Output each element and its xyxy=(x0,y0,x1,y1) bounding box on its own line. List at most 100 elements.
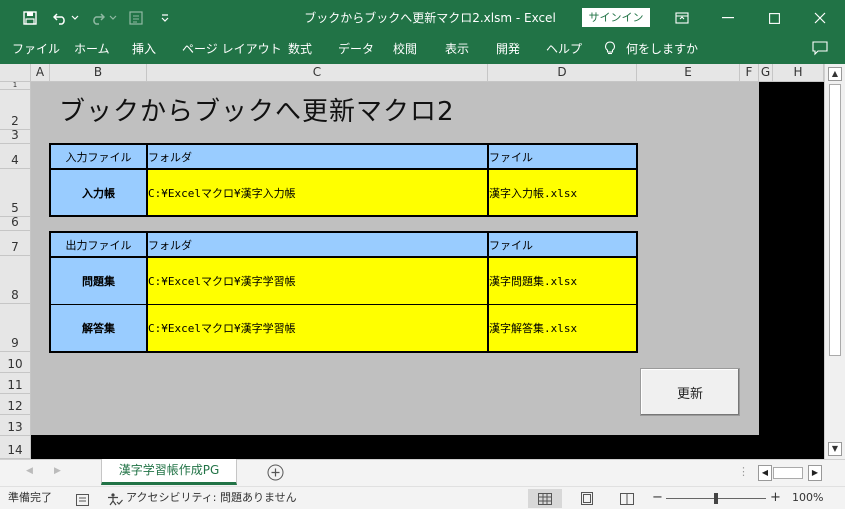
output-folder-cell[interactable]: C:¥Excelマクロ¥漢字学習帳 xyxy=(148,305,487,351)
tell-me-search[interactable]: 何をしますか xyxy=(604,36,698,64)
row-header-13[interactable]: 13 xyxy=(0,415,31,436)
minimize-icon[interactable] xyxy=(705,0,751,36)
accessibility-icon[interactable] xyxy=(107,492,123,506)
accessibility-status[interactable]: アクセシビリティ: 問題ありません xyxy=(126,487,297,509)
normal-view-icon[interactable] xyxy=(528,489,562,508)
tab-insert[interactable]: 挿入 xyxy=(132,36,156,64)
zoom-slider[interactable] xyxy=(666,493,766,504)
column-header-d[interactable]: D xyxy=(488,64,637,82)
row-header-7[interactable]: 7 xyxy=(0,231,31,256)
status-bar: 準備完了 アクセシビリティ: 問題ありません − + 100% xyxy=(0,486,845,509)
table-divider xyxy=(487,145,489,215)
row-header-2[interactable]: 2 xyxy=(0,90,31,130)
column-header-g[interactable]: G xyxy=(759,64,773,82)
redo-icon[interactable] xyxy=(88,8,108,28)
sheet-tab-bar: ◀ ▶ 漢字学習帳作成PG ⋮ ◀ ▶ xyxy=(0,459,845,486)
scroll-right-icon[interactable]: ▶ xyxy=(808,465,822,481)
horizontal-scrollbar[interactable]: ◀ ▶ xyxy=(758,465,824,481)
tab-developer[interactable]: 開発 xyxy=(496,36,520,64)
vertical-scroll-thumb[interactable] xyxy=(829,84,841,356)
lightbulb-icon xyxy=(605,41,615,55)
update-button[interactable]: 更新 xyxy=(640,368,740,416)
column-header-h[interactable]: H xyxy=(773,64,824,82)
zoom-out-icon[interactable]: − xyxy=(652,487,663,509)
form-icon[interactable] xyxy=(126,8,146,28)
tab-formulas[interactable]: 数式 xyxy=(288,36,312,64)
table-divider xyxy=(146,233,148,351)
new-sheet-icon[interactable] xyxy=(267,464,284,484)
row-header-10[interactable]: 10 xyxy=(0,352,31,373)
customize-quick-access-icon[interactable] xyxy=(158,8,172,28)
row-header-9[interactable]: 9 xyxy=(0,304,31,352)
undo-icon[interactable] xyxy=(50,8,70,28)
tell-me-label: 何をしますか xyxy=(626,42,699,56)
sheet-tab-active[interactable]: 漢字学習帳作成PG xyxy=(101,459,237,485)
input-file-name-header[interactable]: ファイル xyxy=(489,145,636,168)
ribbon-display-options-icon[interactable] xyxy=(659,0,705,36)
comments-icon[interactable] xyxy=(812,41,828,59)
column-header-b[interactable]: B xyxy=(50,64,147,82)
input-folder-cell[interactable]: C:¥Excelマクロ¥漢字入力帳 xyxy=(148,170,487,215)
maximize-icon[interactable] xyxy=(751,0,797,36)
tab-file[interactable]: ファイル xyxy=(12,36,60,64)
tab-page-layout[interactable]: ページ レイアウト xyxy=(182,36,282,64)
tab-home[interactable]: ホーム xyxy=(74,36,110,64)
scroll-down-icon[interactable]: ▼ xyxy=(828,442,842,456)
output-file-name-header[interactable]: ファイル xyxy=(489,233,636,256)
scroll-tabs-right-icon[interactable]: ▶ xyxy=(54,466,61,476)
signin-button[interactable]: サインイン xyxy=(582,8,650,27)
scroll-tabs-left-icon[interactable]: ◀ xyxy=(26,466,33,476)
zoom-slider-thumb[interactable] xyxy=(714,493,718,504)
output-file-header[interactable]: 出力ファイル xyxy=(51,233,146,256)
worksheet-grid: A B C D E F G H 1 2 3 4 5 6 7 8 9 10 11 … xyxy=(0,64,845,459)
input-file-header[interactable]: 入力ファイル xyxy=(51,145,146,168)
column-header-e[interactable]: E xyxy=(637,64,740,82)
row-header-11[interactable]: 11 xyxy=(0,373,31,394)
table-divider xyxy=(487,233,489,351)
page-layout-view-icon[interactable] xyxy=(570,489,604,508)
table-divider xyxy=(51,256,636,258)
output-folder-cell[interactable]: C:¥Excelマクロ¥漢字学習帳 xyxy=(148,258,487,304)
row-header-6[interactable]: 6 xyxy=(0,215,31,231)
tab-review[interactable]: 校閲 xyxy=(393,36,417,64)
output-row-label[interactable]: 問題集 xyxy=(51,258,146,304)
window-title: ブックからブックへ更新マクロ2.xlsm - Excel xyxy=(304,11,556,25)
row-header-12[interactable]: 12 xyxy=(0,394,31,415)
redo-dropdown-icon[interactable] xyxy=(108,8,118,28)
zoom-in-icon[interactable]: + xyxy=(770,487,781,509)
table-divider xyxy=(146,145,148,215)
scroll-up-icon[interactable]: ▲ xyxy=(828,67,842,81)
undo-dropdown-icon[interactable] xyxy=(70,8,80,28)
select-all-corner[interactable] xyxy=(0,64,31,82)
column-header-a[interactable]: A xyxy=(31,64,50,82)
zoom-level[interactable]: 100% xyxy=(792,487,823,509)
save-icon[interactable] xyxy=(20,8,40,28)
output-row-label[interactable]: 解答集 xyxy=(51,305,146,351)
tab-split-handle-icon[interactable]: ⋮ xyxy=(738,465,749,478)
tab-data[interactable]: データ xyxy=(338,36,374,64)
row-header-5[interactable]: 5 xyxy=(0,169,31,217)
row-header-4[interactable]: 4 xyxy=(0,144,31,169)
row-header-3[interactable]: 3 xyxy=(0,128,31,144)
tab-view[interactable]: 表示 xyxy=(445,36,469,64)
input-folder-header[interactable]: フォルダ xyxy=(148,145,487,168)
close-icon[interactable] xyxy=(797,0,843,36)
row-header-8[interactable]: 8 xyxy=(0,256,31,304)
input-row-label[interactable]: 入力帳 xyxy=(51,170,146,215)
row-header-14[interactable]: 14 xyxy=(0,436,31,459)
output-file-cell[interactable]: 漢字問題集.xlsx xyxy=(489,258,636,304)
output-folder-header[interactable]: フォルダ xyxy=(148,233,487,256)
input-file-cell[interactable]: 漢字入力帳.xlsx xyxy=(489,170,636,215)
column-header-c[interactable]: C xyxy=(147,64,488,82)
scroll-left-icon[interactable]: ◀ xyxy=(758,465,772,481)
macro-record-icon[interactable] xyxy=(76,492,89,506)
column-header-f[interactable]: F xyxy=(740,64,759,82)
table-divider xyxy=(51,168,636,170)
output-file-cell[interactable]: 漢字解答集.xlsx xyxy=(489,305,636,351)
page-break-view-icon[interactable] xyxy=(610,489,644,508)
row-header-1[interactable]: 1 xyxy=(0,81,31,90)
horizontal-scroll-thumb[interactable] xyxy=(773,467,803,479)
vertical-scrollbar[interactable]: ▲ ▼ xyxy=(824,64,845,459)
tab-help[interactable]: ヘルプ xyxy=(546,36,582,64)
filled-black-area xyxy=(759,82,824,435)
